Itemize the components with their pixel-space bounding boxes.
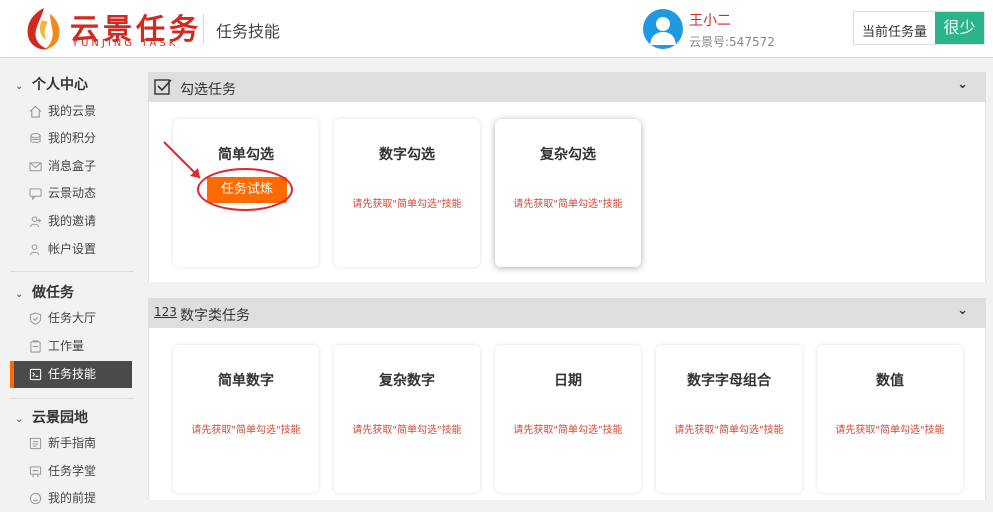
skill-card-requirement: 请先获取"简单勾选"技能 — [191, 425, 301, 436]
sidebar-item-my-yunjing[interactable]: 我的云景 — [10, 98, 132, 125]
sidebar-divider — [10, 271, 134, 272]
mail-icon — [29, 162, 42, 172]
skill-card-requirement: 请先获取"简单勾选"技能 — [513, 425, 623, 436]
sidebar-item-message-box[interactable]: 消息盒子 — [10, 153, 132, 180]
skill-card-alphanumeric[interactable]: 数字字母组合 请先获取"简单勾选"技能 — [656, 345, 802, 493]
skill-card-number-check[interactable]: 数字勾选 请先获取"简单勾选"技能 — [334, 119, 480, 267]
sidebar-item-label: 任务技能 — [48, 367, 97, 381]
logo-icon[interactable] — [22, 6, 66, 52]
user-id: 云景号:547572 — [689, 35, 775, 49]
skill-card-title: 数字字母组合 — [687, 373, 771, 389]
annotation-highlight-ellipse — [197, 168, 293, 211]
user-name[interactable]: 王小二 — [689, 10, 731, 30]
skill-card-requirement: 请先获取"简单勾选"技能 — [352, 425, 462, 436]
sidebar-item-label: 消息盒子 — [48, 159, 97, 173]
chevron-down-icon: ⌄ — [15, 289, 24, 300]
sidebar-item-label: 我的云景 — [48, 104, 97, 118]
chevron-down-icon: ⌄ — [15, 414, 24, 425]
sidebar-item-my-premise[interactable]: 我的前提 — [10, 485, 132, 512]
sidebar-item-yunjing-news[interactable]: 云景动态 — [10, 180, 132, 207]
sidebar: ⌄ 个人中心 我的云景 我的积分 消息盒子 云景动态 我的邀请 帐户设置 ⌄ 做任务… — [0, 58, 140, 505]
skill-card-title: 复杂数字 — [379, 373, 435, 389]
sidebar-item-label: 工作量 — [48, 339, 85, 353]
chevron-down-icon[interactable]: ⌄ — [957, 77, 968, 92]
sidebar-item-task-skills[interactable]: 任务技能 — [10, 361, 132, 388]
sidebar-item-label: 我的积分 — [48, 131, 97, 145]
numbers-icon: 123 — [154, 305, 177, 319]
user-icon — [650, 17, 676, 45]
sidebar-group-label: 个人中心 — [32, 77, 88, 93]
coins-icon — [30, 133, 41, 143]
skill-card-numeric-value[interactable]: 数值 请先获取"简单勾选"技能 — [817, 345, 963, 493]
shield-check-icon — [29, 312, 42, 325]
skill-card-simple-number[interactable]: 简单数字 请先获取"简单勾选"技能 — [173, 345, 319, 493]
skill-card-title: 数字勾选 — [379, 147, 435, 163]
header-divider — [203, 14, 204, 44]
section-header-checkbox-tasks[interactable]: 勾选任务 ⌄ — [148, 72, 986, 102]
sidebar-item-label: 任务学堂 — [48, 464, 97, 478]
annotation-arrow-icon — [163, 141, 201, 179]
skill-card-requirement: 请先获取"简单勾选"技能 — [513, 199, 623, 210]
skill-card-requirement: 请先获取"简单勾选"技能 — [674, 425, 784, 436]
user-settings-icon — [29, 244, 40, 256]
sidebar-item-label: 我的前提 — [48, 491, 97, 505]
skill-card-complex-check[interactable]: 复杂勾选 请先获取"简单勾选"技能 — [495, 119, 641, 267]
sidebar-item-label: 我的邀请 — [48, 214, 97, 228]
checkbox-icon — [154, 79, 172, 95]
avatar[interactable] — [643, 9, 683, 49]
sidebar-item-label: 云景动态 — [48, 186, 97, 200]
sidebar-item-label: 任务大厅 — [48, 311, 97, 325]
smile-icon — [29, 492, 42, 505]
task-load-indicator: 当前任务量 很少 — [853, 11, 985, 45]
section-title: 勾选任务 — [180, 82, 236, 98]
chevron-down-icon: ⌄ — [15, 81, 24, 92]
skill-card-title: 简单数字 — [218, 373, 274, 389]
chat-icon — [29, 188, 42, 200]
sidebar-item-task-school[interactable]: 任务学堂 — [10, 458, 132, 485]
sidebar-group-label: 做任务 — [32, 285, 74, 301]
page-title: 任务技能 — [216, 22, 281, 41]
sidebar-group-tasks[interactable]: ⌄ 做任务 — [15, 282, 74, 302]
sidebar-item-workload[interactable]: 工作量 — [10, 333, 132, 360]
sidebar-item-label: 帐户设置 — [48, 242, 97, 256]
sidebar-item-task-hall[interactable]: 任务大厅 — [10, 305, 132, 332]
sidebar-item-my-invites[interactable]: 我的邀请 — [10, 208, 132, 235]
skill-card-title: 复杂勾选 — [540, 147, 596, 163]
logo-subtitle: YUNJING TASK — [72, 38, 179, 49]
sidebar-group-label: 云景园地 — [32, 410, 88, 426]
sidebar-item-my-points[interactable]: 我的积分 — [10, 125, 132, 152]
skill-card-title: 数值 — [876, 373, 904, 389]
section-header-number-tasks[interactable]: 123 数字类任务 ⌄ — [148, 298, 986, 328]
skill-card-date[interactable]: 日期 请先获取"简单勾选"技能 — [495, 345, 641, 493]
skill-card-requirement: 请先获取"简单勾选"技能 — [835, 425, 945, 436]
section-title: 数字类任务 — [180, 308, 250, 324]
skill-card-complex-number[interactable]: 复杂数字 请先获取"简单勾选"技能 — [334, 345, 480, 493]
task-load-badge: 很少 — [935, 12, 984, 44]
sidebar-item-beginner-guide[interactable]: 新手指南 — [10, 430, 132, 457]
task-load-label: 当前任务量 — [862, 25, 928, 40]
clipboard-icon — [30, 340, 41, 353]
chevron-down-icon[interactable]: ⌄ — [957, 303, 968, 318]
sidebar-item-label: 新手指南 — [48, 436, 97, 450]
skill-card-requirement: 请先获取"简单勾选"技能 — [352, 199, 462, 210]
user-add-icon — [29, 216, 42, 228]
sidebar-item-account-settings[interactable]: 帐户设置 — [10, 236, 132, 263]
guide-icon — [29, 437, 42, 450]
sidebar-divider — [10, 398, 134, 399]
school-icon — [29, 466, 42, 478]
skill-card-title: 日期 — [554, 373, 582, 389]
sidebar-group-garden[interactable]: ⌄ 云景园地 — [15, 407, 88, 427]
home-icon — [29, 105, 42, 118]
skill-icon — [29, 368, 42, 381]
section-body-number-tasks: 简单数字 请先获取"简单勾选"技能 复杂数字 请先获取"简单勾选"技能 日期 请… — [148, 328, 986, 500]
sidebar-group-personal[interactable]: ⌄ 个人中心 — [15, 74, 88, 94]
top-header: 云景任务 YUNJING TASK 任务技能 王小二 云景号:547572 当前… — [0, 0, 993, 58]
